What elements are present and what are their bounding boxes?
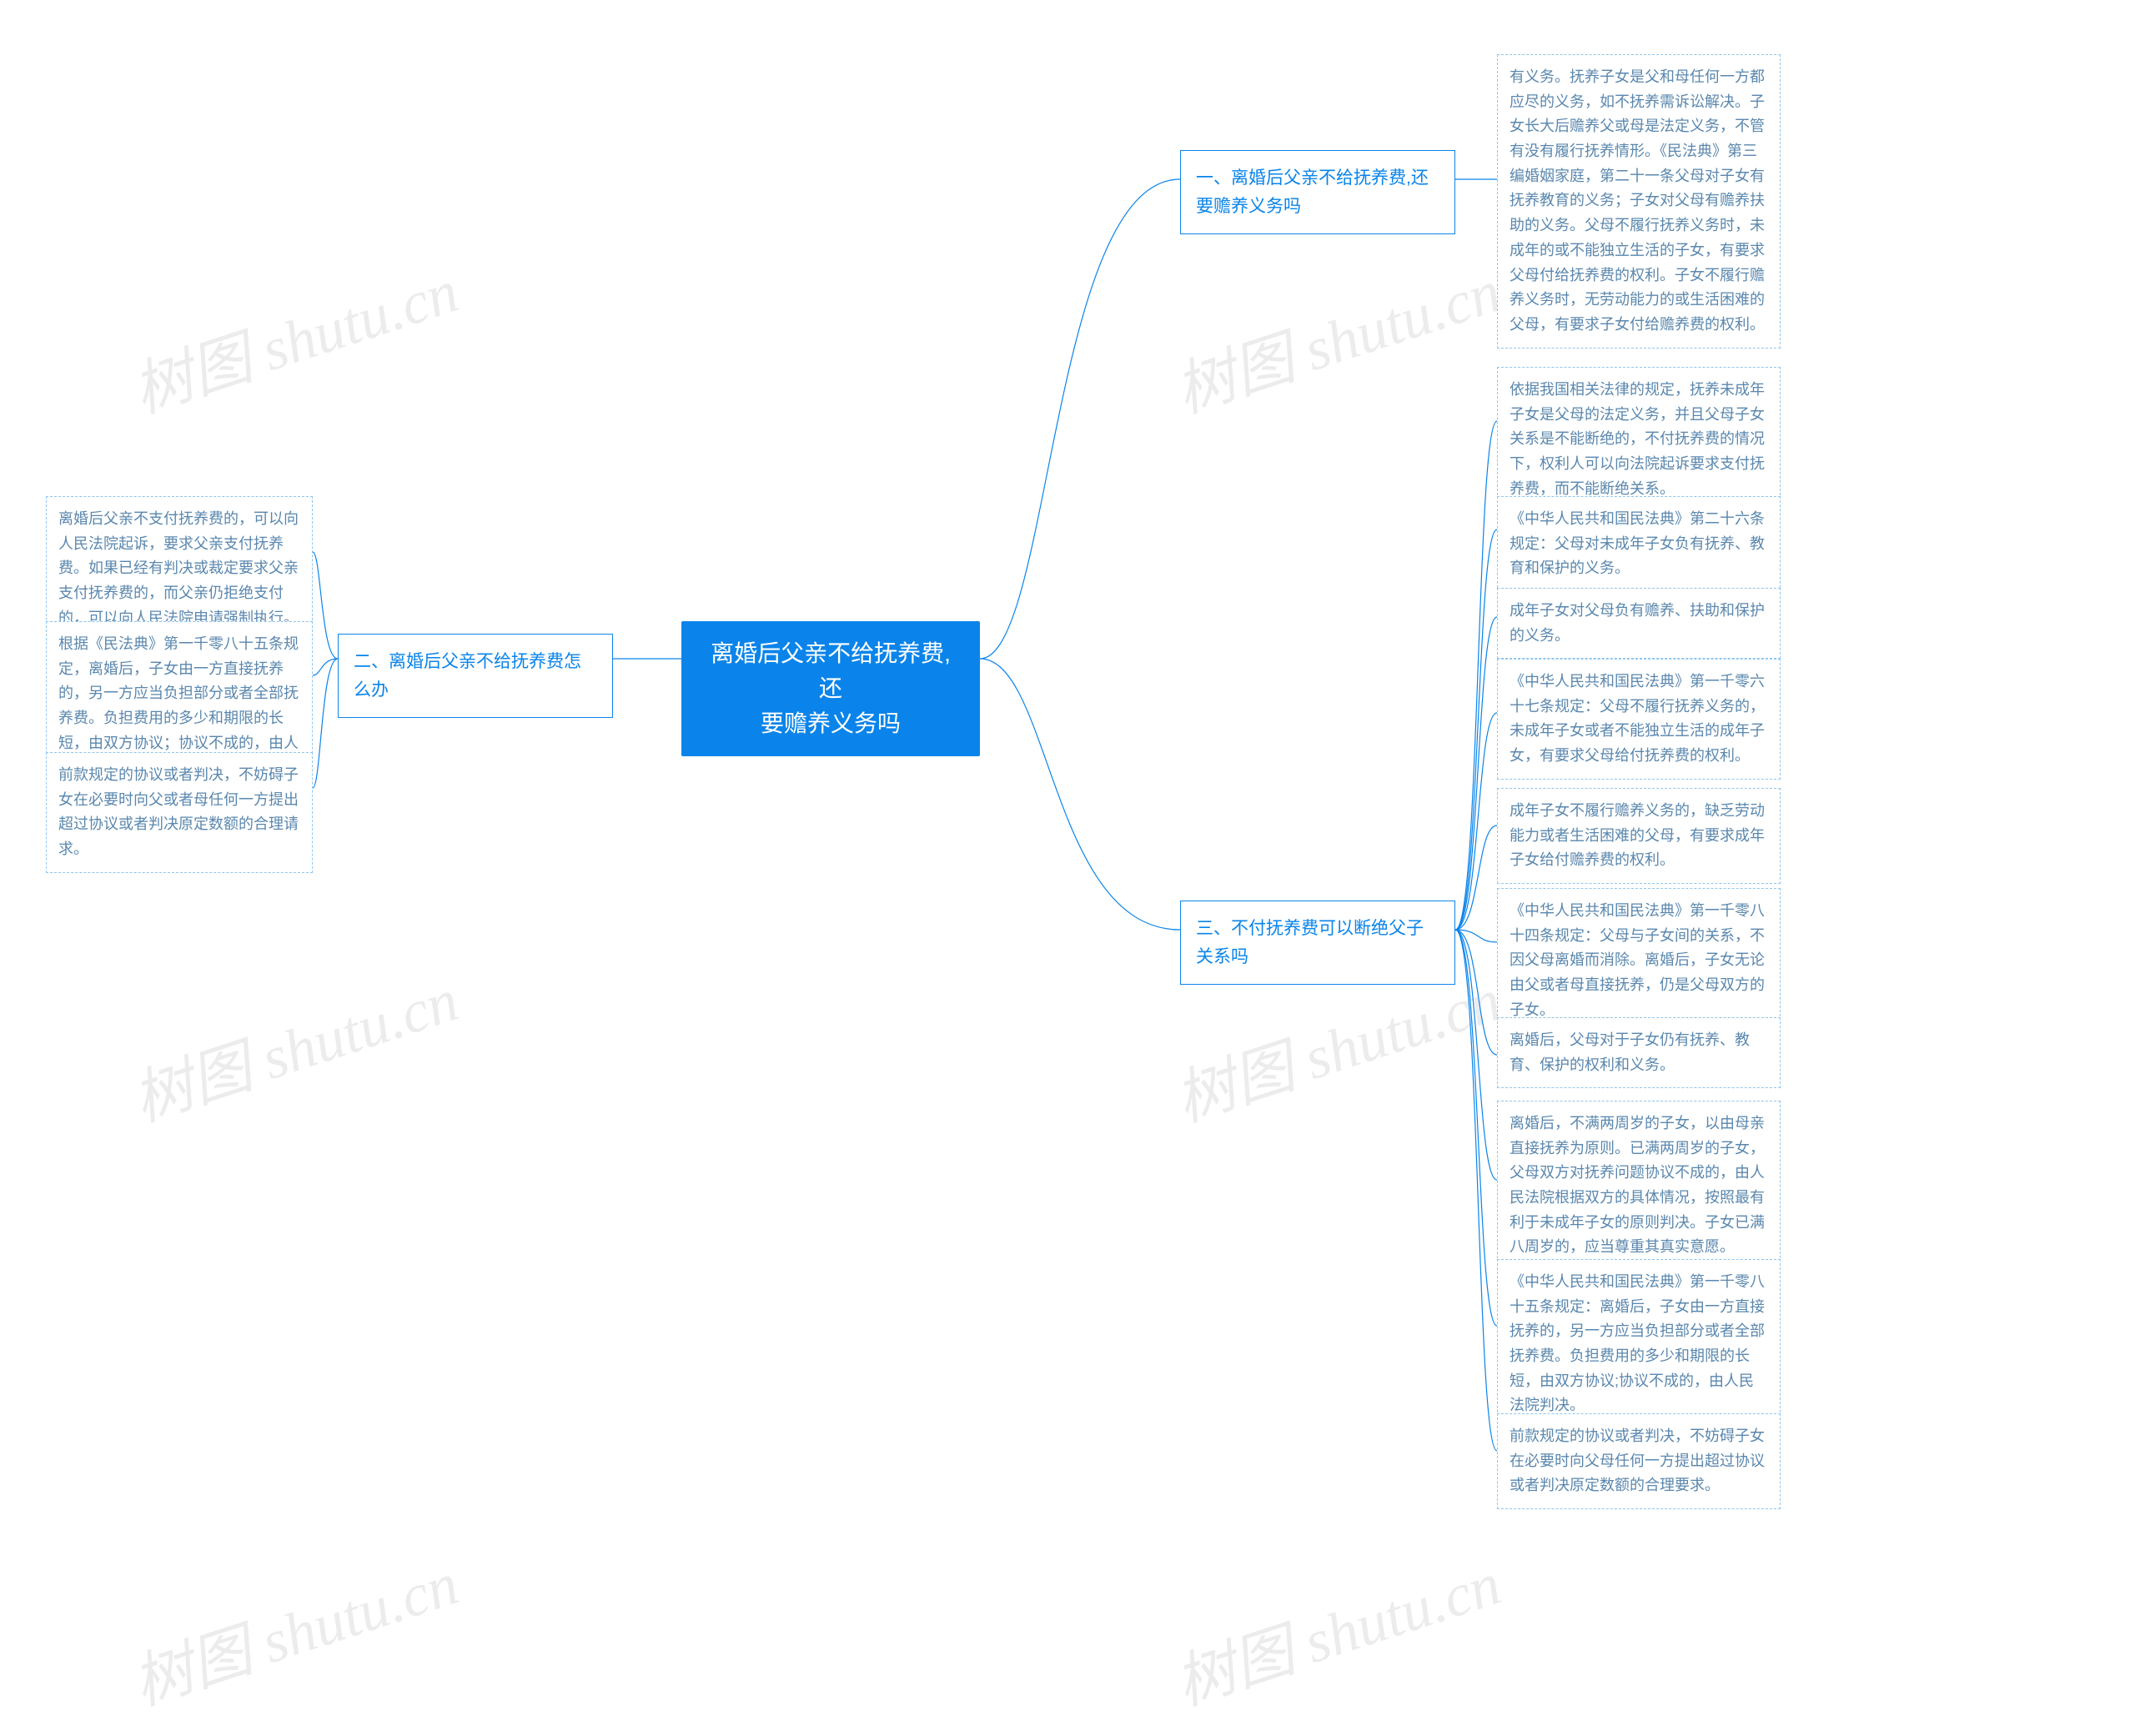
branch-3-title: 三、不付抚养费可以断绝父子关系吗 <box>1180 901 1455 985</box>
connector-lines <box>0 0 2135 1736</box>
branch-3-item-3: 成年子女对父母负有赡养、扶助和保护的义务。 <box>1497 588 1781 659</box>
watermark: 树图 shutu.cn <box>120 242 468 429</box>
center-title-line2: 要赡养义务吗 <box>701 706 960 741</box>
branch-3-item-6: 《中华人民共和国民法典》第一千零八十四条规定：父母与子女间的关系，不因父母离婚而… <box>1497 888 1781 1033</box>
branch-2-item-1: 离婚后父亲不支付抚养费的，可以向人民法院起诉，要求父亲支付抚养费。如果已经有判决… <box>46 496 313 641</box>
branch-2-title: 二、离婚后父亲不给抚养费怎么办 <box>338 634 613 718</box>
branch-3-item-2: 《中华人民共和国民法典》第二十六条规定：父母对未成年子女负有抚养、教育和保护的义… <box>1497 496 1781 592</box>
watermark: 树图 shutu.cn <box>120 1534 468 1722</box>
branch-3-item-8: 离婚后，不满两周岁的子女，以由母亲直接抚养为原则。已满两周岁的子女，父母双方对抚… <box>1497 1101 1781 1271</box>
branch-3-item-5: 成年子女不履行赡养义务的，缺乏劳动能力或者生活困难的父母，有要求成年子女给付赡养… <box>1497 788 1781 884</box>
watermark: 树图 shutu.cn <box>1163 1534 1510 1722</box>
branch-3-item-10: 前款规定的协议或者判决，不妨碍子女在必要时向父母任何一方提出超过协议或者判决原定… <box>1497 1413 1781 1509</box>
watermark: 树图 shutu.cn <box>120 951 468 1138</box>
watermark: 树图 shutu.cn <box>1163 242 1510 429</box>
branch-3-item-4: 《中华人民共和国民法典》第一千零六十七条规定：父母不履行抚养义务的，未成年子女或… <box>1497 659 1781 780</box>
center-topic: 离婚后父亲不给抚养费,还 要赡养义务吗 <box>681 621 980 756</box>
branch-3-item-9: 《中华人民共和国民法典》第一千零八十五条规定：离婚后，子女由一方直接抚养的，另一… <box>1497 1259 1781 1429</box>
branch-3-item-1: 依据我国相关法律的规定，抚养未成年子女是父母的法定义务，并且父母子女关系是不能断… <box>1497 367 1781 512</box>
branch-3-item-7: 离婚后，父母对于子女仍有抚养、教育、保护的权利和义务。 <box>1497 1017 1781 1088</box>
center-title-line1: 离婚后父亲不给抚养费,还 <box>701 636 960 706</box>
branch-1-title: 一、离婚后父亲不给抚养费,还要赡养义务吗 <box>1180 150 1455 234</box>
branch-2-item-3: 前款规定的协议或者判决，不妨碍子女在必要时向父或者母任何一方提出超过协议或者判决… <box>46 752 313 873</box>
branch-1-item-1: 有义务。抚养子女是父和母任何一方都应尽的义务，如不抚养需诉讼解决。子女长大后赡养… <box>1497 54 1781 349</box>
